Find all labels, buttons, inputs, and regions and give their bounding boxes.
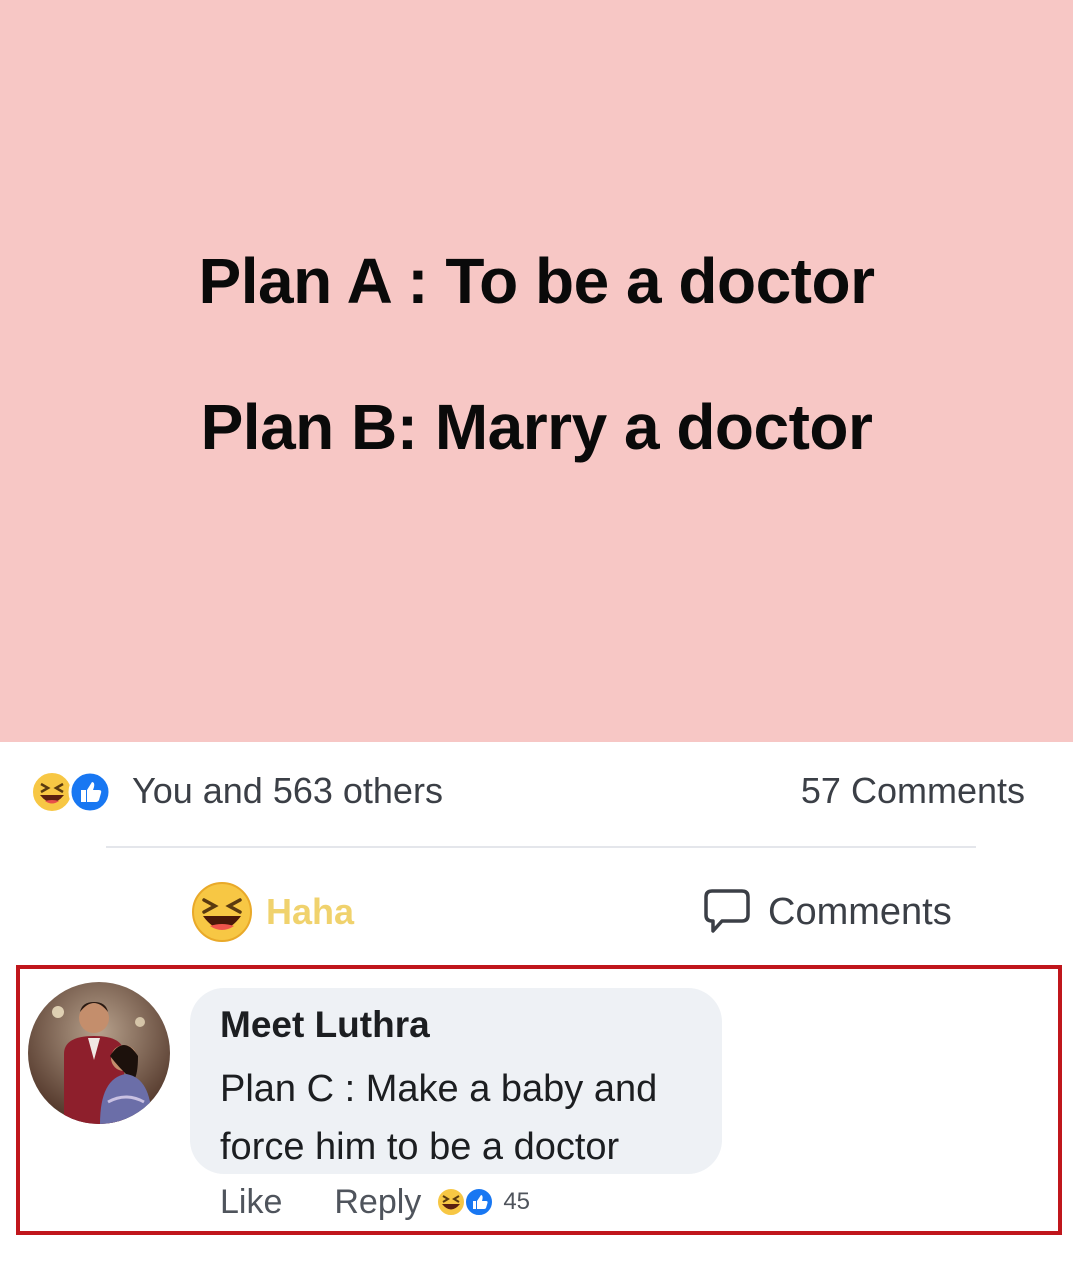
likers-text[interactable]: You and 563 others: [132, 770, 443, 812]
post-image[interactable]: Plan A : To be a doctor Plan B: Marry a …: [0, 0, 1073, 742]
comments-label: Comments: [768, 890, 952, 933]
comments-button[interactable]: Comments: [704, 880, 952, 944]
comment-like-link[interactable]: Like: [220, 1183, 282, 1222]
comment-reaction-count: 45: [503, 1188, 531, 1215]
haha-icon: [192, 882, 252, 942]
haha-icon: [436, 1187, 467, 1217]
comment-actions: Like Reply 45: [220, 1180, 530, 1224]
comment-count[interactable]: 57 Comments: [801, 770, 1025, 812]
reaction-summary-icons[interactable]: [30, 770, 126, 814]
plan-b-text: Plan B: Marry a doctor: [200, 391, 873, 463]
comment-reply-link[interactable]: Reply: [334, 1183, 421, 1222]
commenter-name[interactable]: Meet Luthra: [220, 1004, 430, 1046]
comment-bubble-icon: [704, 889, 750, 933]
comment-text: Plan C : Make a baby and force him to be…: [220, 1068, 658, 1168]
like-icon: [464, 1187, 495, 1217]
haha-button[interactable]: Haha: [190, 880, 354, 944]
avatar[interactable]: [28, 982, 170, 1124]
plan-a-text: Plan A : To be a doctor: [198, 245, 875, 317]
comment-reaction-icons[interactable]: [435, 1186, 497, 1218]
haha-label: Haha: [266, 891, 355, 932]
divider: [106, 846, 976, 848]
like-icon: [68, 770, 112, 814]
haha-icon: [31, 771, 73, 813]
